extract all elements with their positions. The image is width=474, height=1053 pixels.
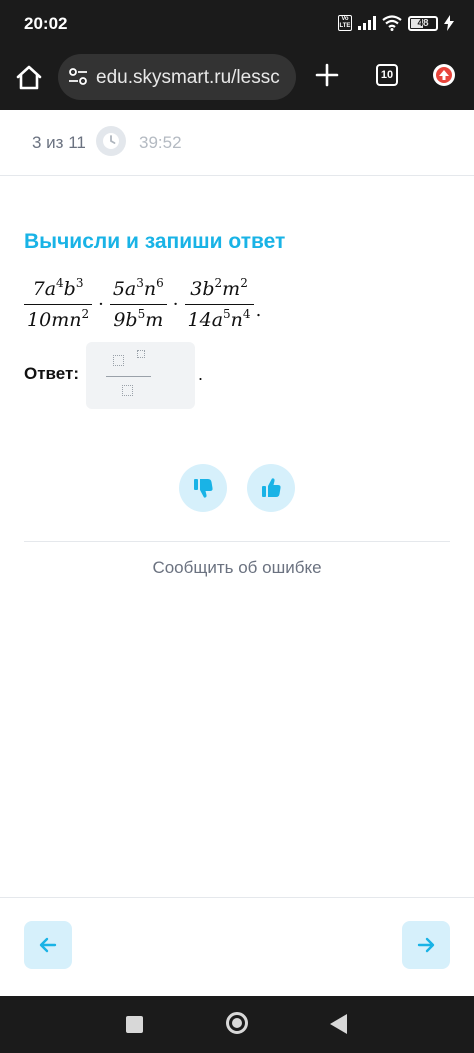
signal-icon (358, 16, 376, 30)
fraction-bar (184, 304, 254, 305)
thumbs-up-icon (262, 478, 281, 497)
fraction-numerator: 5a3n6 (112, 276, 164, 300)
address-bar[interactable]: edu.skysmart.ru/lessc (58, 54, 296, 100)
volte-icon: Vo LTE (338, 15, 352, 31)
fraction-numerator: 3b2m2 (190, 276, 248, 300)
like-button[interactable] (247, 464, 295, 512)
status-icons: Vo LTE 48 (338, 15, 454, 31)
lesson-progress: 3 из 11 39:52 (0, 110, 474, 176)
answer-period: . (198, 364, 204, 384)
charging-icon (444, 15, 454, 31)
task-position: 3 из 11 (32, 133, 86, 152)
fraction-denominator: 14a5n4 (187, 307, 251, 331)
fraction-denominator: 9b5m (113, 307, 164, 331)
fraction-2: 5a3n6 9b5m (109, 276, 167, 331)
site-settings-icon[interactable] (68, 68, 88, 86)
previous-button[interactable] (24, 921, 72, 969)
dislike-button[interactable] (179, 464, 227, 512)
fraction-3: 3b2m2 14a5n4 (184, 276, 254, 331)
recents-icon[interactable] (126, 1016, 143, 1033)
fraction-bar (24, 304, 93, 305)
answer-label: Ответ: (24, 364, 79, 383)
multiply-sign: · (98, 294, 104, 315)
task-title: Вычисли и запиши ответ (24, 230, 286, 253)
home-icon[interactable] (14, 63, 44, 93)
answer-input[interactable] (86, 342, 195, 409)
browser-toolbar: edu.skysmart.ru/lessc 10 (0, 50, 474, 110)
tabs-button[interactable]: 10 (376, 64, 398, 86)
divider (24, 541, 450, 542)
clock-icon (96, 126, 126, 156)
multiply-sign: · (172, 294, 179, 315)
update-icon[interactable] (433, 64, 455, 86)
fraction-numerator: 7a4b3 (32, 276, 84, 300)
answer-numerator-slot[interactable] (113, 355, 124, 366)
arrow-left-icon (39, 937, 57, 953)
answer-fraction-bar (106, 376, 151, 377)
fraction-bar (109, 304, 167, 305)
bottom-divider (0, 897, 474, 898)
math-expression: 7a4b3 10mn2 · 5a3n6 9b5m · 3b2m2 14a5n4 … (24, 276, 262, 331)
battery-icon: 48 (408, 15, 438, 31)
fraction-1: 7a4b3 10mn2 (24, 276, 93, 331)
report-error-link[interactable]: Сообщить об ошибке (0, 558, 474, 578)
system-navigation-bar (0, 996, 474, 1053)
answer-denominator-slot[interactable] (122, 385, 133, 396)
answer-exponent-slot[interactable] (137, 350, 145, 358)
battery-level: 48 (417, 17, 429, 29)
fraction-denominator: 10mn2 (27, 307, 90, 331)
arrow-right-icon (417, 937, 435, 953)
status-bar: 20:02 Vo LTE 48 (0, 0, 474, 50)
thumbs-down-icon (194, 479, 213, 498)
new-tab-icon[interactable] (314, 62, 340, 88)
back-triangle-icon[interactable] (330, 1014, 347, 1034)
home-circle-icon[interactable] (226, 1012, 248, 1034)
wifi-icon (382, 15, 402, 31)
next-button[interactable] (402, 921, 450, 969)
expression-period: . (255, 300, 262, 321)
tabs-count: 10 (380, 69, 394, 81)
timer-text: 39:52 (139, 133, 182, 152)
status-time: 20:02 (24, 14, 68, 33)
url-text[interactable]: edu.skysmart.ru/lessc (96, 67, 280, 89)
